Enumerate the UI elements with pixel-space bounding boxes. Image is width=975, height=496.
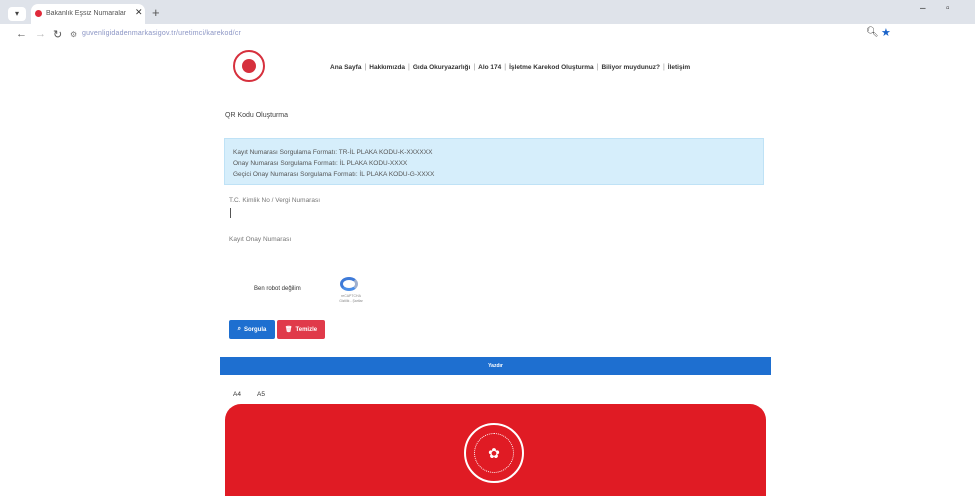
browser-tab[interactable]: Bakanlık Eşsiz Numaralan ✕ bbox=[31, 4, 145, 24]
tab-title: Bakanlık Eşsiz Numaralan bbox=[46, 10, 126, 17]
info-line-kayit: Kayıt Numarası Sorgulama Formatı: TR-İL … bbox=[233, 149, 433, 156]
query-button-label: Sorgula bbox=[244, 326, 267, 333]
url-text[interactable]: guvenligidadenmarkasigov.tr/uretimci/kar… bbox=[82, 30, 241, 37]
back-icon[interactable]: ← bbox=[16, 28, 27, 40]
nav-item-about[interactable]: Hakkımızda bbox=[369, 64, 405, 71]
zoom-icon[interactable]: 🔍︎ bbox=[866, 27, 879, 38]
recaptcha-icon bbox=[340, 277, 358, 291]
nav-item-alo174[interactable]: Alo 174 bbox=[478, 64, 501, 71]
nav-item-food-literacy[interactable]: Gıda Okuryazarlığı bbox=[413, 64, 470, 71]
tab-close-icon[interactable]: ✕ bbox=[135, 7, 143, 18]
trash-icon: 🗑︎ bbox=[284, 327, 293, 333]
logo-emblem-icon bbox=[242, 59, 256, 73]
minimize-icon[interactable]: – bbox=[920, 3, 926, 14]
tax-id-label: T.C. Kimlik No / Vergi Numarası bbox=[229, 197, 321, 204]
query-button[interactable]: ⌕ Sorgula bbox=[229, 320, 275, 339]
reload-icon[interactable]: ↻ bbox=[53, 28, 62, 41]
maximize-icon[interactable]: ▫ bbox=[946, 3, 950, 14]
recaptcha-links[interactable]: Gizlilik - Şartlar bbox=[336, 299, 366, 303]
format-info-box: Kayıt Numarası Sorgulama Formatı: TR-İL … bbox=[224, 138, 764, 185]
bookmark-star-icon[interactable]: ★ bbox=[881, 26, 891, 39]
info-line-gecici: Geçici Onay Numarası Sorgulama Formatı: … bbox=[233, 171, 435, 178]
ministry-logo[interactable] bbox=[233, 50, 265, 82]
recaptcha-brand: reCAPTCHA bbox=[341, 294, 361, 298]
clear-button[interactable]: 🗑︎ Temizle bbox=[277, 320, 325, 339]
forward-icon[interactable]: → bbox=[35, 28, 46, 40]
nav-item-contact[interactable]: İletişim bbox=[668, 64, 690, 71]
tab-favicon-icon bbox=[35, 10, 42, 17]
recaptcha-widget[interactable]: reCAPTCHA Gizlilik - Şartlar bbox=[336, 277, 364, 305]
page-title: QR Kodu Oluşturma bbox=[225, 112, 289, 119]
tax-id-input[interactable] bbox=[230, 208, 231, 218]
nav-item-qr-create[interactable]: İşletme Karekod Oluşturma bbox=[509, 64, 594, 71]
nav-item-home[interactable]: Ana Sayfa bbox=[330, 64, 361, 71]
card-emblem-icon: ✿ bbox=[474, 433, 514, 473]
nav-item-did-you-know[interactable]: Biliyor muydunuz? bbox=[601, 64, 660, 71]
site-info-icon[interactable]: ⚙ bbox=[70, 30, 77, 39]
new-tab-icon[interactable]: + bbox=[152, 5, 160, 20]
size-option-a4[interactable]: A4 bbox=[233, 391, 241, 398]
captcha-checkbox-label[interactable]: Ben robot değilim bbox=[254, 286, 301, 292]
clear-button-label: Temizle bbox=[295, 326, 318, 333]
size-option-a5[interactable]: A5 bbox=[257, 391, 265, 398]
search-icon: ⌕ bbox=[237, 326, 242, 332]
browser-tab-bar: ▾ Bakanlık Eşsiz Numaralan ✕ + – ▫ bbox=[0, 0, 975, 24]
main-navigation: Ana Sayfa | Hakkımızda | Gıda Okuryazarlığ… bbox=[330, 63, 691, 71]
card-ministry-logo: ✿ bbox=[464, 423, 524, 483]
print-bar[interactable]: Yazdır bbox=[220, 357, 771, 375]
approval-no-label: Kayıt Onay Numarası bbox=[229, 236, 292, 243]
tab-list-dropdown[interactable]: ▾ bbox=[8, 7, 26, 21]
info-line-onay: Onay Numarası Sorgulama Formatı: İL PLAK… bbox=[233, 160, 408, 167]
